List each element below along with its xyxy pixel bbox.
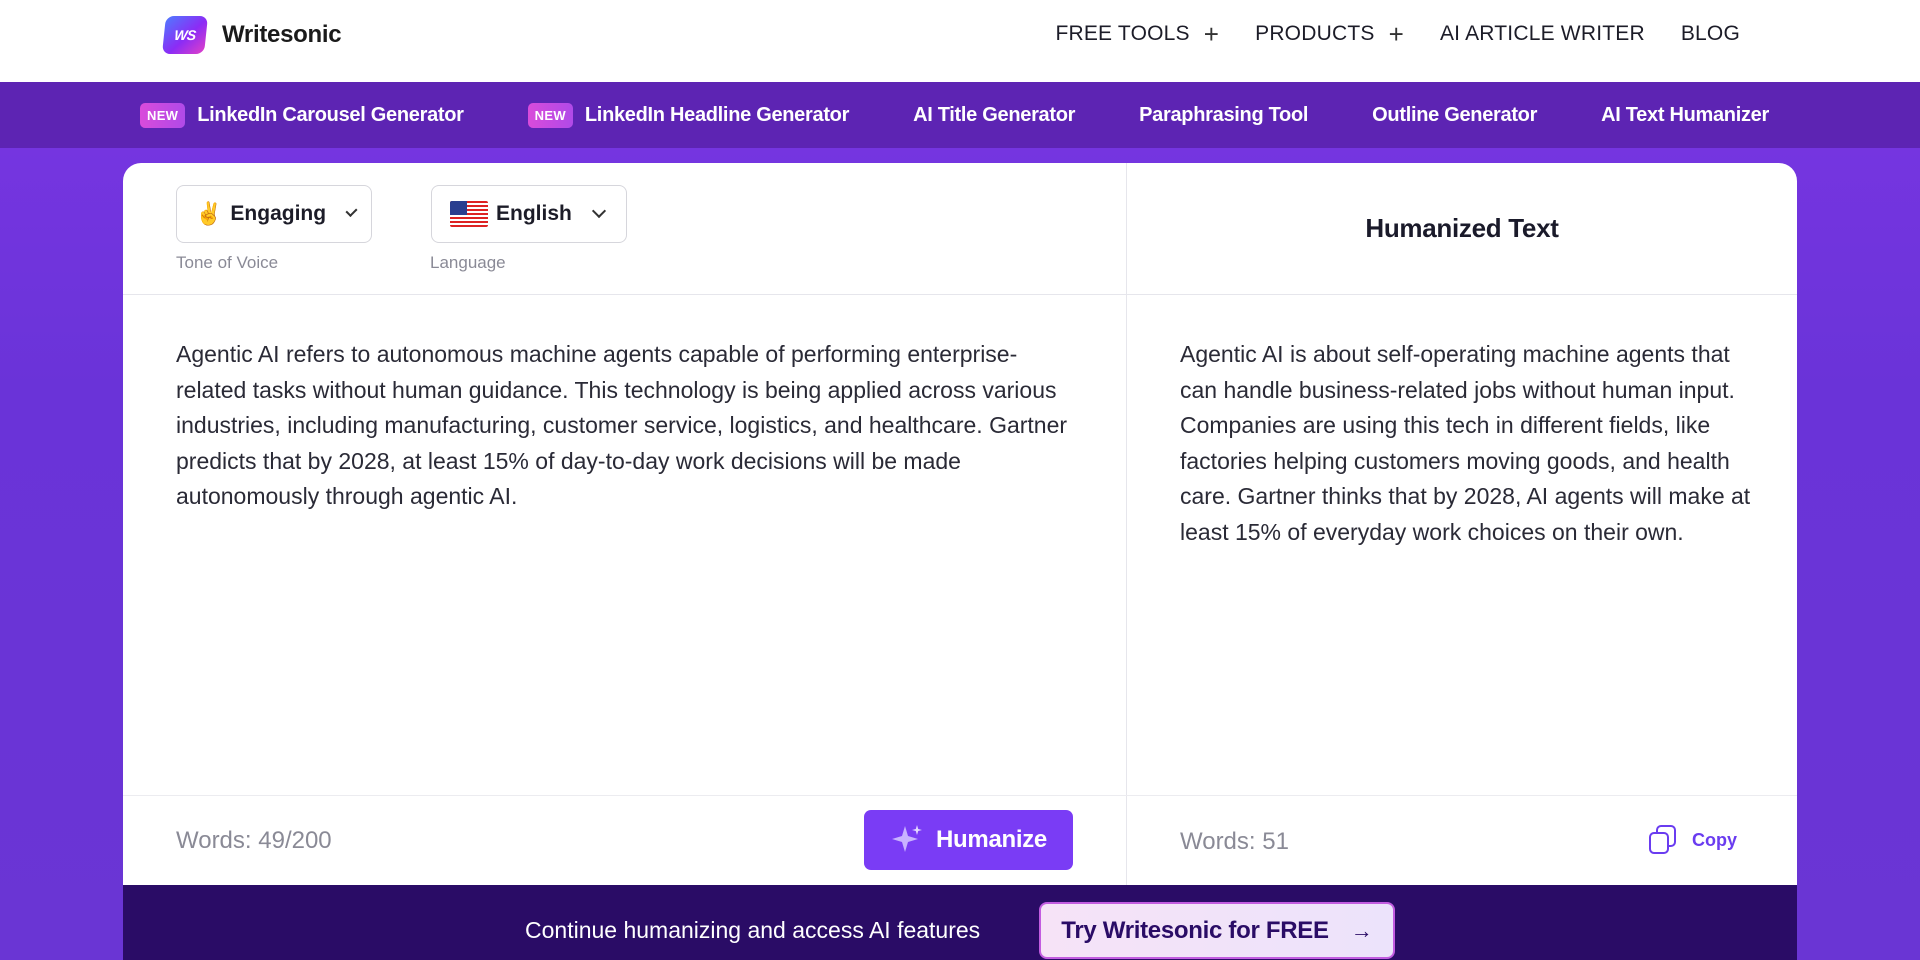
nav-item-label: FREE TOOLS [1055, 22, 1190, 45]
tone-value: Engaging [230, 202, 327, 225]
chevron-down-icon [345, 205, 358, 217]
tool-label: AI Text Humanizer [1601, 103, 1769, 126]
nav-item-blog[interactable]: BLOG [1681, 22, 1740, 46]
panel-divider [1126, 163, 1127, 885]
copy-button-label: Copy [1692, 829, 1737, 850]
nav-item-products[interactable]: PRODUCTS + [1255, 19, 1404, 49]
output-panel-title: Humanized Text [1365, 213, 1559, 243]
tool-linkedin-headline-generator[interactable]: NEW LinkedIn Headline Generator [527, 102, 850, 128]
plus-icon: + [1203, 19, 1220, 49]
logo-badge: WS [162, 16, 208, 54]
tone-label: Tone of Voice [176, 253, 279, 272]
output-text: Agentic AI is about self-operating machi… [1180, 341, 1751, 545]
nav-item-free-tools[interactable]: FREE TOOLS + [1055, 19, 1220, 49]
humanize-button-label: Humanize [936, 826, 1047, 853]
hand-icon: ✌ [195, 201, 223, 226]
top-header: WS Writesonic FREE TOOLS + PRODUCTS + AI… [0, 0, 1920, 82]
input-textarea[interactable]: Agentic AI refers to autonomous machine … [176, 337, 1081, 515]
logo[interactable]: WS Writesonic [162, 16, 342, 54]
header-divider [123, 294, 1797, 295]
language-value: English [496, 202, 572, 225]
tools-list: NEW LinkedIn Carousel Generator NEW Link… [140, 82, 1769, 148]
tools-bar: NEW LinkedIn Carousel Generator NEW Link… [0, 82, 1920, 148]
input-word-count: Words: 49/200 [176, 827, 332, 854]
language-select[interactable]: English [431, 185, 627, 243]
new-badge: NEW [140, 102, 186, 128]
try-free-button[interactable]: Try Writesonic for FREE → [1039, 902, 1395, 959]
cta-banner: Continue humanizing and access AI featur… [123, 885, 1797, 960]
tool-label: LinkedIn Headline Generator [584, 103, 850, 126]
tool-ai-text-humanizer[interactable]: AI Text Humanizer [1601, 104, 1769, 127]
nav-item-label: AI ARTICLE WRITER [1439, 22, 1645, 45]
chevron-down-icon [591, 203, 606, 219]
nav-item-label: PRODUCTS [1255, 22, 1375, 45]
nav-item-ai-article-writer[interactable]: AI ARTICLE WRITER [1440, 22, 1645, 46]
arrow-right-icon: → [1350, 917, 1373, 943]
nav-item-label: BLOG [1680, 22, 1740, 45]
sparkle-icon [892, 825, 923, 852]
tool-paraphrasing-tool[interactable]: Paraphrasing Tool [1139, 104, 1308, 127]
tone-select[interactable]: ✌ Engaging [176, 185, 372, 243]
tool-label: Outline Generator [1372, 103, 1538, 126]
tool-label: AI Title Generator [913, 103, 1076, 126]
footer-divider [123, 795, 1797, 796]
copy-icon [1648, 825, 1678, 855]
humanize-button[interactable]: Humanize [864, 810, 1073, 870]
output-word-count: Words: 51 [1180, 828, 1289, 855]
logo-text: Writesonic [222, 21, 342, 48]
tool-outline-generator[interactable]: Outline Generator [1372, 104, 1537, 127]
try-free-button-label: Try Writesonic for FREE [1061, 916, 1329, 944]
new-badge: NEW [527, 102, 573, 128]
main-nav: FREE TOOLS + PRODUCTS + AI ARTICLE WRITE… [1055, 19, 1740, 49]
tool-ai-title-generator[interactable]: AI Title Generator [913, 104, 1075, 127]
us-flag-icon [450, 201, 488, 227]
plus-icon: + [1388, 19, 1404, 49]
language-label: Language [430, 253, 506, 272]
humanizer-card: ✌ Engaging Tone of Voice English Languag… [123, 163, 1797, 885]
logo-badge-text: WS [173, 27, 197, 43]
copy-button[interactable]: Copy [1648, 825, 1737, 855]
cta-text: Continue humanizing and access AI featur… [525, 917, 981, 943]
tool-label: Paraphrasing Tool [1139, 103, 1309, 126]
tool-label: LinkedIn Carousel Generator [197, 103, 464, 126]
tool-linkedin-carousel-generator[interactable]: NEW LinkedIn Carousel Generator [140, 102, 464, 128]
